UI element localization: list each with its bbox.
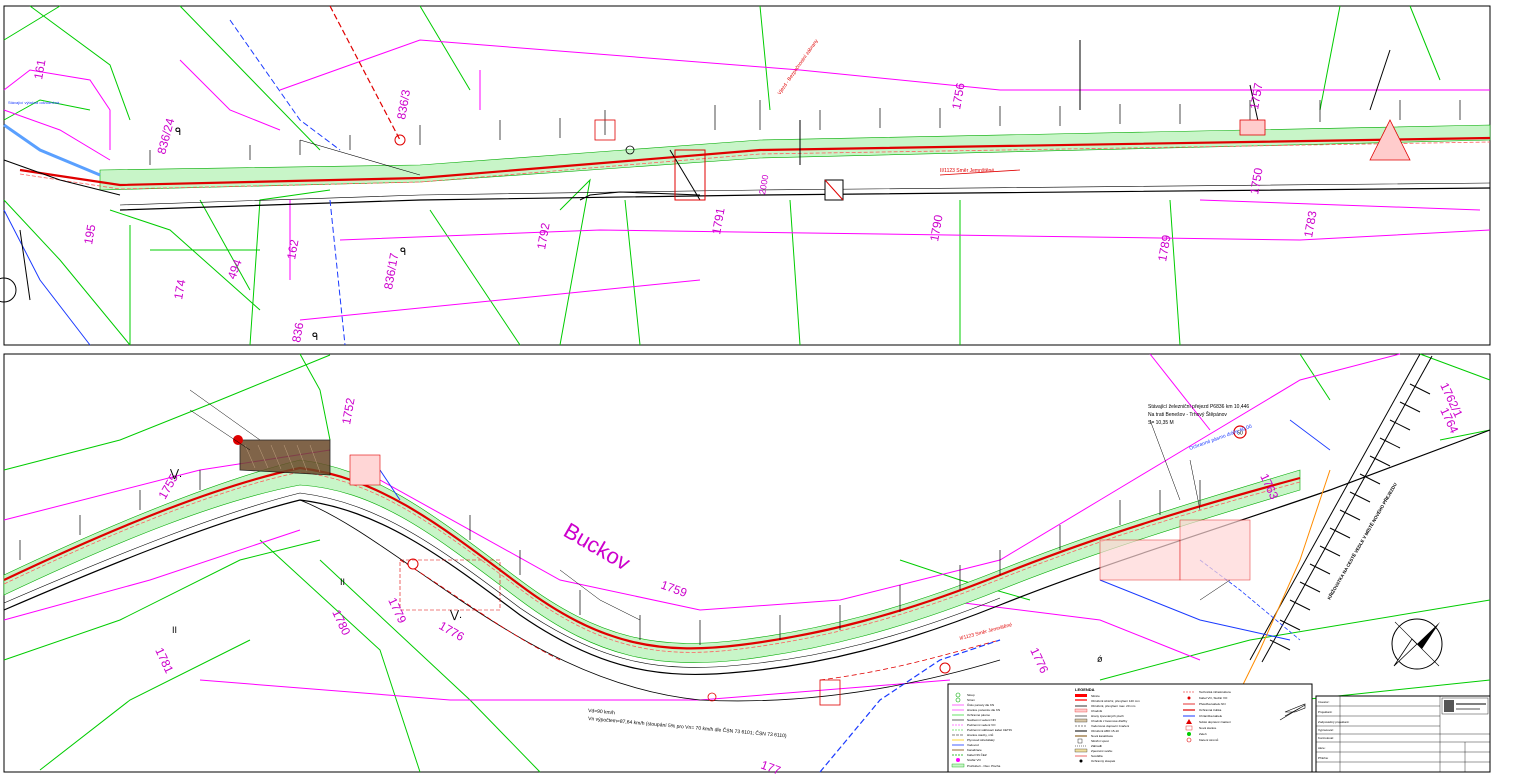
legend-item: Zeleň [1199, 732, 1207, 736]
legend-item: Silniční vpust [1091, 739, 1109, 743]
top-panel: 161 836/24 836/3 836/17 836 162 174 494 … [0, 5, 1491, 346]
title-row: Příloha: [1318, 756, 1329, 760]
legend-title: LEGENDA [1075, 687, 1095, 692]
legend-item: Podzemní sdělovací kabel CETIN [967, 728, 1012, 732]
legend-item: Hrany zpevněných ploch [1091, 714, 1124, 718]
legend-item: Silnice [1091, 694, 1100, 698]
top-blue-note: Stávající výtažná odvodněná... [8, 100, 62, 105]
crossing-line3: S= 10,35 M [1148, 420, 1174, 426]
legend-item: Hranice stavby, vrtů [967, 733, 994, 737]
technical-drawing-sheet: 161 836/24 836/3 836/17 836 162 174 494 … [0, 5, 1491, 775]
legend-item: Zábradlí [1091, 744, 1102, 748]
title-row: Kontroloval: [1318, 736, 1334, 740]
legend-item: Číslo parcely dle KN [967, 702, 994, 707]
legend-item: Kácení stromů [1199, 738, 1219, 742]
tree-symbol: ǿ [1097, 654, 1103, 664]
legend-item: Obrubník silniční, převýšení 120 mm [1091, 699, 1140, 703]
crossing-line1: Stávající železniční přejezd P6836 km 10… [1148, 404, 1249, 410]
legend-item: Přeložka kabelu NN [1199, 702, 1226, 706]
title-row: Akce: [1318, 746, 1326, 750]
legend-item: Chránička kabelu [1199, 714, 1223, 718]
double-bar-symbol: II [172, 625, 177, 635]
legend-item: Podzemní vedení VO [967, 723, 996, 727]
legend-item: Kanalizace [967, 748, 982, 752]
legend-panel: LEGENDA Sloup Strom Číslo parcely dle KN… [947, 683, 1313, 773]
legend-item: Hranice pozemku dle KN [967, 708, 1000, 712]
legend-item: Chodník [1091, 709, 1103, 713]
legend-item: Nová stanice [1199, 726, 1217, 730]
title-block: Investor: Projektant: Zodpovědný projekt… [1315, 695, 1491, 773]
legend-item: Zpevnění svahu [1091, 749, 1113, 753]
legend-item: Obrubník ABO 15-10 [1091, 729, 1119, 733]
legend-item: Vodovod [967, 743, 979, 747]
legend-item: Sloup [967, 693, 975, 697]
legend-item: Prohlubeň - Otev. Plocha [967, 764, 1001, 768]
double-bar-symbol: II [340, 577, 345, 587]
legend-item: Kabel NN ČEZ [967, 752, 987, 757]
legend-item: Ochranné pásmo [967, 713, 990, 717]
legend-item: Kabel VO, Stožár VO [1199, 696, 1228, 700]
bottom-paved-area [239, 439, 331, 476]
legend-item: Chodník z betonové dlažby [1091, 719, 1128, 723]
legend-item: Svislé dopravní značení [1199, 720, 1231, 724]
title-row: Zodpovědný projektant: [1318, 720, 1350, 724]
legend-item: Stožár VO [967, 758, 982, 762]
legend-item: Nová kanalizace [1091, 734, 1113, 738]
legend-item: Ochranná trubka [1199, 708, 1222, 712]
legend-item: Obrubník, převýšení max. 20 mm [1091, 704, 1136, 708]
title-row: Projektant: [1318, 710, 1333, 714]
legend-item: Strom [967, 698, 976, 702]
crossing-line2: Na trati Benešov - Trhový Štěpánov [1148, 411, 1227, 418]
tree-symbol: ᑫ [312, 332, 318, 343]
tree-symbol: ⋁. [169, 468, 182, 480]
title-row: Vypracoval: [1318, 728, 1334, 732]
legend-item: Technická infrastruktura [1199, 690, 1231, 694]
tree-symbol: ᑫ [400, 247, 406, 258]
tree-symbol: ᑫ [175, 127, 181, 138]
tree-symbol: ⋁. [449, 609, 462, 621]
legend-item: Ochranný sloupek [1091, 759, 1116, 763]
legend-item: Svodidla [1091, 754, 1103, 758]
legend-item: Plynovod středotlaký [967, 738, 995, 742]
legend-item: Vodorovné dopravní značení [1091, 724, 1129, 728]
title-row: Investor: [1318, 700, 1330, 704]
legend-item: Nadzemní vedení NN [967, 718, 996, 722]
